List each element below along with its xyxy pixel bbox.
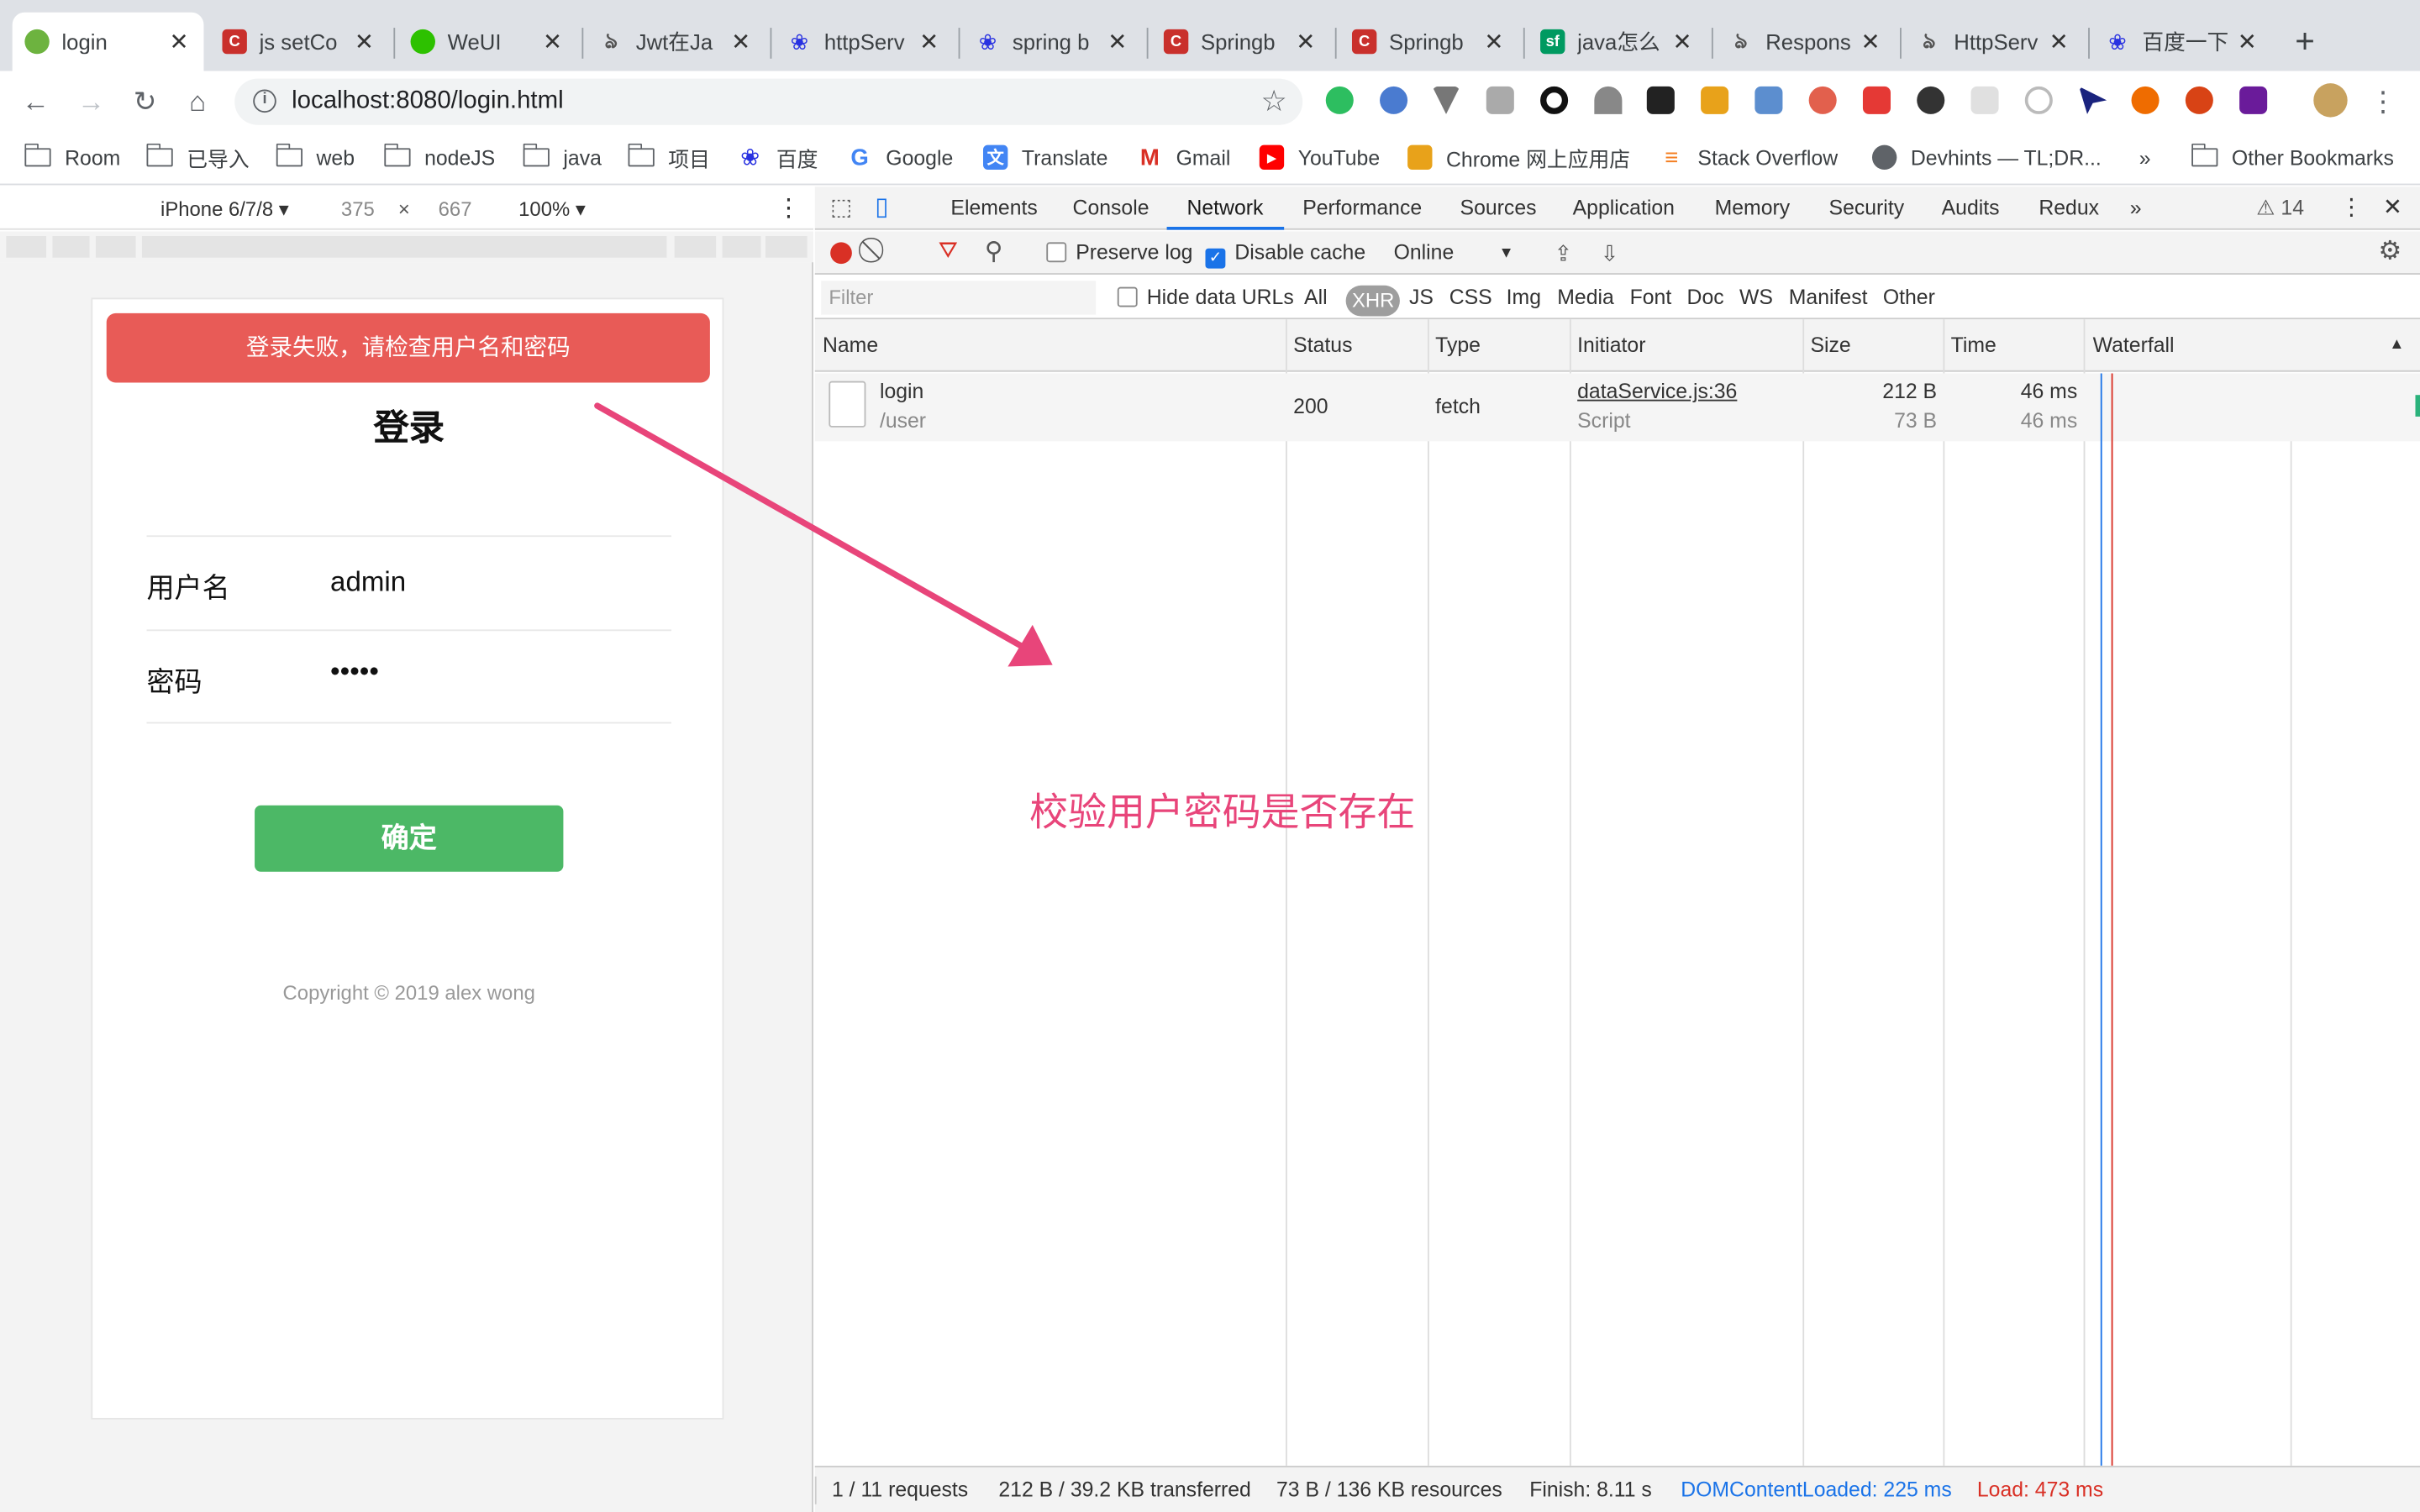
- annotation-arrow: [594, 402, 1053, 667]
- annotation-text: 校验用户密码是否存在: [1029, 791, 1416, 835]
